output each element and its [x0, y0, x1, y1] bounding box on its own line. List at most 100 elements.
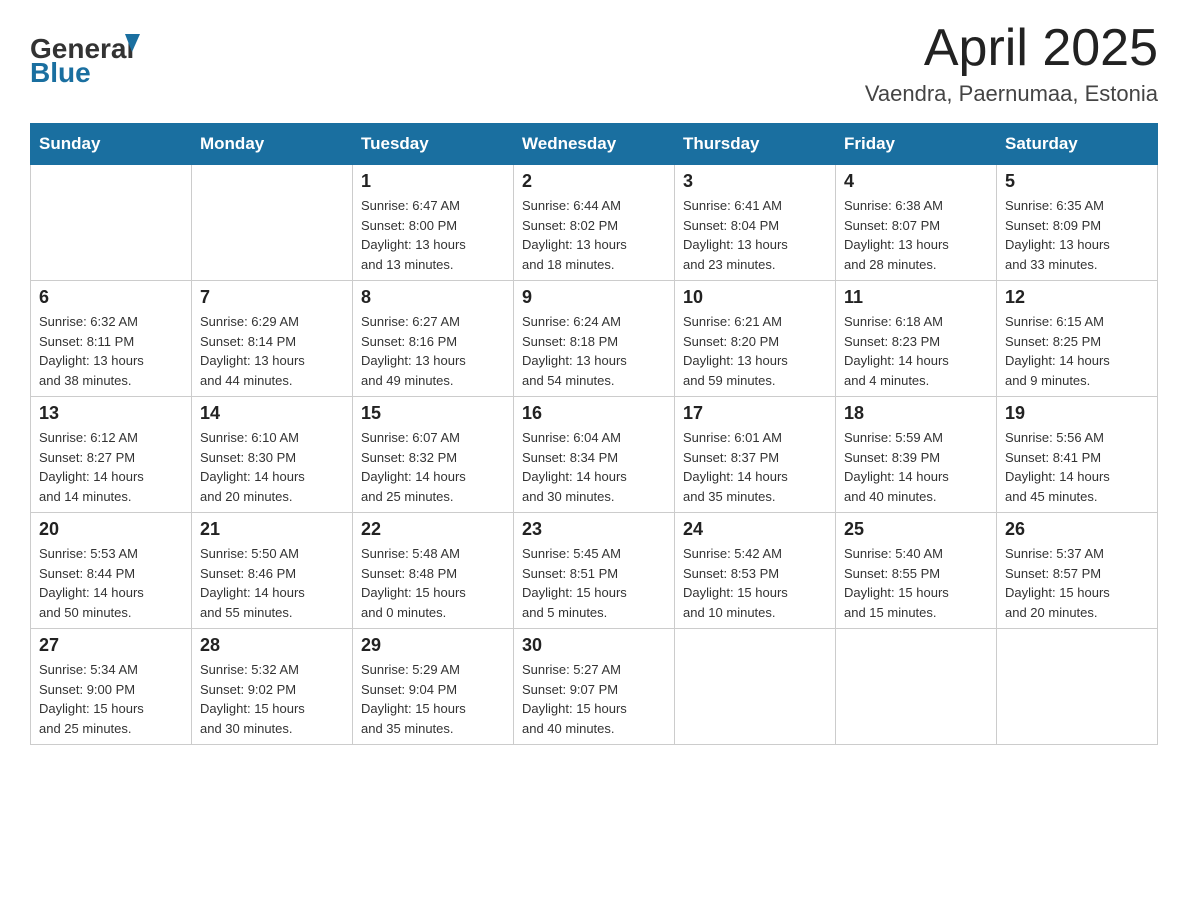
day-number: 5 — [1005, 171, 1149, 192]
day-info: Sunrise: 6:29 AMSunset: 8:14 PMDaylight:… — [200, 312, 344, 390]
day-info: Sunrise: 6:38 AMSunset: 8:07 PMDaylight:… — [844, 196, 988, 274]
calendar-cell: 17 Sunrise: 6:01 AMSunset: 8:37 PMDayligh… — [675, 397, 836, 513]
calendar-cell: 28 Sunrise: 5:32 AMSunset: 9:02 PMDayligh… — [192, 629, 353, 745]
calendar-cell: 6Sunrise: 6:32 AMSunset: 8:11 PMDaylight… — [31, 281, 192, 397]
calendar-cell: 9 Sunrise: 6:24 AMSunset: 8:18 PMDaylight… — [514, 281, 675, 397]
weekday-header-friday: Friday — [836, 124, 997, 165]
day-info: Sunrise: 6:47 AMSunset: 8:00 PMDaylight:… — [361, 196, 505, 274]
logo: General Blue — [30, 20, 160, 85]
calendar-cell: 22 Sunrise: 5:48 AMSunset: 8:48 PMDayligh… — [353, 513, 514, 629]
day-info: Sunrise: 6:21 AMSunset: 8:20 PMDaylight:… — [683, 312, 827, 390]
day-info: Sunrise: 5:50 AMSunset: 8:46 PMDaylight:… — [200, 544, 344, 622]
calendar-table: SundayMondayTuesdayWednesdayThursdayFrid… — [30, 123, 1158, 745]
day-number: 23 — [522, 519, 666, 540]
generalblue-logo: General Blue — [30, 20, 160, 85]
day-info: Sunrise: 6:41 AMSunset: 8:04 PMDaylight:… — [683, 196, 827, 274]
day-info: Sunrise: 5:56 AMSunset: 8:41 PMDaylight:… — [1005, 428, 1149, 506]
location-title: Vaendra, Paernumaa, Estonia — [865, 81, 1158, 107]
day-info: Sunrise: 6:10 AMSunset: 8:30 PMDaylight:… — [200, 428, 344, 506]
day-number: 11 — [844, 287, 988, 308]
day-info: Sunrise: 5:53 AMSunset: 8:44 PMDaylight:… — [39, 544, 183, 622]
day-info: Sunrise: 5:37 AMSunset: 8:57 PMDaylight:… — [1005, 544, 1149, 622]
day-number: 20 — [39, 519, 183, 540]
day-number: 15 — [361, 403, 505, 424]
calendar-cell: 30Sunrise: 5:27 AMSunset: 9:07 PMDayligh… — [514, 629, 675, 745]
calendar-cell: 11 Sunrise: 6:18 AMSunset: 8:23 PMDayligh… — [836, 281, 997, 397]
calendar-cell: 13 Sunrise: 6:12 AMSunset: 8:27 PMDayligh… — [31, 397, 192, 513]
day-number: 8 — [361, 287, 505, 308]
day-number: 4 — [844, 171, 988, 192]
calendar-cell: 4 Sunrise: 6:38 AMSunset: 8:07 PMDaylight… — [836, 165, 997, 281]
calendar-week-row: 1 Sunrise: 6:47 AMSunset: 8:00 PMDaylight… — [31, 165, 1158, 281]
day-number: 19 — [1005, 403, 1149, 424]
calendar-cell: 10 Sunrise: 6:21 AMSunset: 8:20 PMDayligh… — [675, 281, 836, 397]
day-info: Sunrise: 5:29 AMSunset: 9:04 PMDaylight:… — [361, 660, 505, 738]
weekday-header-wednesday: Wednesday — [514, 124, 675, 165]
weekday-header-sunday: Sunday — [31, 124, 192, 165]
calendar-cell: 27 Sunrise: 5:34 AMSunset: 9:00 PMDayligh… — [31, 629, 192, 745]
calendar-cell: 15 Sunrise: 6:07 AMSunset: 8:32 PMDayligh… — [353, 397, 514, 513]
day-info: Sunrise: 6:04 AMSunset: 8:34 PMDaylight:… — [522, 428, 666, 506]
day-number: 16 — [522, 403, 666, 424]
day-number: 10 — [683, 287, 827, 308]
day-number: 17 — [683, 403, 827, 424]
page-header: General Blue April 2025 Vaendra, Paernum… — [30, 20, 1158, 107]
day-number: 27 — [39, 635, 183, 656]
day-info: Sunrise: 5:40 AMSunset: 8:55 PMDaylight:… — [844, 544, 988, 622]
day-info: Sunrise: 6:07 AMSunset: 8:32 PMDaylight:… — [361, 428, 505, 506]
calendar-cell: 8Sunrise: 6:27 AMSunset: 8:16 PMDaylight… — [353, 281, 514, 397]
weekday-header-tuesday: Tuesday — [353, 124, 514, 165]
day-info: Sunrise: 6:35 AMSunset: 8:09 PMDaylight:… — [1005, 196, 1149, 274]
day-info: Sunrise: 5:59 AMSunset: 8:39 PMDaylight:… — [844, 428, 988, 506]
calendar-cell — [675, 629, 836, 745]
day-number: 7 — [200, 287, 344, 308]
day-info: Sunrise: 6:32 AMSunset: 8:11 PMDaylight:… — [39, 312, 183, 390]
calendar-cell: 7 Sunrise: 6:29 AMSunset: 8:14 PMDaylight… — [192, 281, 353, 397]
calendar-week-row: 6Sunrise: 6:32 AMSunset: 8:11 PMDaylight… — [31, 281, 1158, 397]
calendar-cell: 18 Sunrise: 5:59 AMSunset: 8:39 PMDayligh… — [836, 397, 997, 513]
day-info: Sunrise: 6:44 AMSunset: 8:02 PMDaylight:… — [522, 196, 666, 274]
day-info: Sunrise: 5:34 AMSunset: 9:00 PMDaylight:… — [39, 660, 183, 738]
calendar-cell — [192, 165, 353, 281]
day-info: Sunrise: 6:18 AMSunset: 8:23 PMDaylight:… — [844, 312, 988, 390]
calendar-cell: 26 Sunrise: 5:37 AMSunset: 8:57 PMDayligh… — [997, 513, 1158, 629]
month-title: April 2025 — [865, 20, 1158, 77]
calendar-cell: 23 Sunrise: 5:45 AMSunset: 8:51 PMDayligh… — [514, 513, 675, 629]
calendar-cell: 3 Sunrise: 6:41 AMSunset: 8:04 PMDaylight… — [675, 165, 836, 281]
weekday-header-thursday: Thursday — [675, 124, 836, 165]
calendar-week-row: 13 Sunrise: 6:12 AMSunset: 8:27 PMDayligh… — [31, 397, 1158, 513]
calendar-cell: 19 Sunrise: 5:56 AMSunset: 8:41 PMDayligh… — [997, 397, 1158, 513]
calendar-cell — [997, 629, 1158, 745]
calendar-cell: 21 Sunrise: 5:50 AMSunset: 8:46 PMDayligh… — [192, 513, 353, 629]
day-number: 26 — [1005, 519, 1149, 540]
calendar-cell: 2Sunrise: 6:44 AMSunset: 8:02 PMDaylight… — [514, 165, 675, 281]
day-info: Sunrise: 6:12 AMSunset: 8:27 PMDaylight:… — [39, 428, 183, 506]
day-number: 28 — [200, 635, 344, 656]
day-info: Sunrise: 6:15 AMSunset: 8:25 PMDaylight:… — [1005, 312, 1149, 390]
calendar-cell — [836, 629, 997, 745]
day-number: 13 — [39, 403, 183, 424]
day-info: Sunrise: 5:32 AMSunset: 9:02 PMDaylight:… — [200, 660, 344, 738]
day-number: 14 — [200, 403, 344, 424]
calendar-cell: 25 Sunrise: 5:40 AMSunset: 8:55 PMDayligh… — [836, 513, 997, 629]
day-number: 3 — [683, 171, 827, 192]
day-info: Sunrise: 5:48 AMSunset: 8:48 PMDaylight:… — [361, 544, 505, 622]
day-number: 25 — [844, 519, 988, 540]
calendar-cell: 29 Sunrise: 5:29 AMSunset: 9:04 PMDayligh… — [353, 629, 514, 745]
day-number: 21 — [200, 519, 344, 540]
calendar-cell: 24Sunrise: 5:42 AMSunset: 8:53 PMDayligh… — [675, 513, 836, 629]
weekday-header-monday: Monday — [192, 124, 353, 165]
day-number: 12 — [1005, 287, 1149, 308]
day-info: Sunrise: 6:01 AMSunset: 8:37 PMDaylight:… — [683, 428, 827, 506]
weekday-header-saturday: Saturday — [997, 124, 1158, 165]
day-number: 29 — [361, 635, 505, 656]
calendar-cell: 12 Sunrise: 6:15 AMSunset: 8:25 PMDayligh… — [997, 281, 1158, 397]
day-number: 9 — [522, 287, 666, 308]
calendar-cell: 5 Sunrise: 6:35 AMSunset: 8:09 PMDaylight… — [997, 165, 1158, 281]
day-number: 22 — [361, 519, 505, 540]
day-info: Sunrise: 5:42 AMSunset: 8:53 PMDaylight:… — [683, 544, 827, 622]
day-info: Sunrise: 6:24 AMSunset: 8:18 PMDaylight:… — [522, 312, 666, 390]
day-info: Sunrise: 5:45 AMSunset: 8:51 PMDaylight:… — [522, 544, 666, 622]
day-number: 1 — [361, 171, 505, 192]
day-number: 18 — [844, 403, 988, 424]
